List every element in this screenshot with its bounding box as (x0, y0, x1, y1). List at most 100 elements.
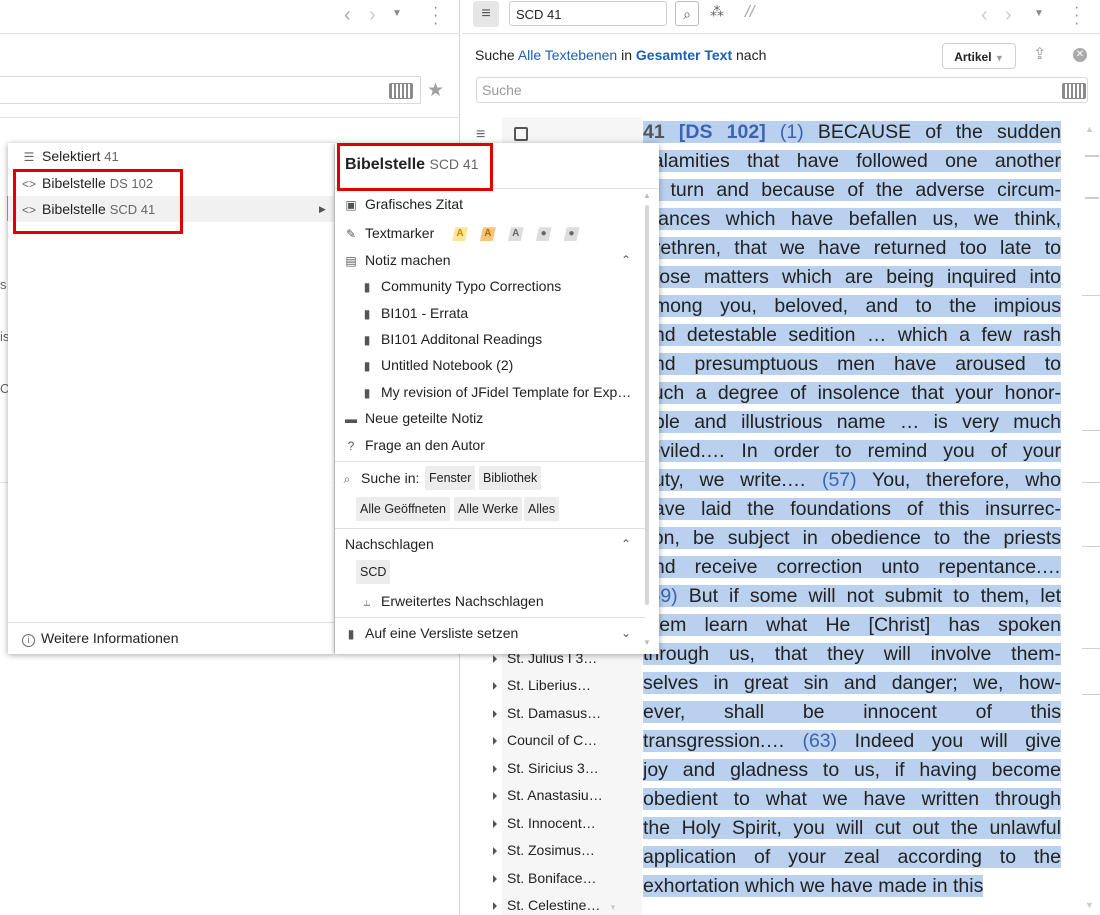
back-icon[interactable]: ‹ (981, 4, 988, 27)
toc-item[interactable]: Council of C… (493, 732, 597, 748)
lookup-scd-chip[interactable]: SCD (356, 560, 391, 584)
reading-line: brethren, that we have returned too late… (643, 237, 1061, 259)
reading-line: exhortation which we have made in this (643, 875, 984, 897)
notebook-item[interactable]: ▮ Community Typo Corrections (359, 278, 562, 294)
reading-line: and detestable sedition … which a few ra… (643, 324, 1061, 346)
menu-scrollbar[interactable] (645, 205, 649, 605)
menu-scroll-down-icon[interactable]: ▼ (643, 638, 651, 647)
reading-line: them learn what He [Christ] has spoken (643, 614, 1061, 636)
divider (335, 461, 645, 462)
search-library-chip[interactable]: Bibliothek (479, 466, 542, 490)
expand-icon[interactable]: ⌄ (621, 626, 631, 640)
article-dropdown-button[interactable]: Artikel ▼ (942, 43, 1016, 69)
reading-pane[interactable]: 41 [DS 102] (1) BECAUSE of the sudden cal… (643, 118, 1061, 915)
search-everything-chip[interactable]: Alles (524, 497, 560, 521)
notebook-item[interactable]: ▮ BI101 Additonal Readings (359, 331, 542, 347)
highlight-orange-swatch[interactable]: A (479, 227, 496, 242)
scroll-tick (1082, 482, 1100, 483)
graphic-quote-item[interactable]: ▣ Grafisches Zitat (343, 196, 463, 212)
keyboard-icon[interactable] (389, 83, 413, 99)
reading-line: duty, we write.… (57) You, therefore, wh… (643, 469, 1061, 491)
more-info-item[interactable]: i Weitere Informationen (22, 630, 178, 647)
more-menu-icon[interactable]: · · · (1074, 0, 1079, 32)
reference-input[interactable]: SCD 41 (509, 1, 667, 26)
notebook-item[interactable]: ▮ Untitled Notebook (2) (359, 357, 514, 373)
history-dropdown-icon[interactable]: ▼ (392, 8, 402, 19)
reading-line: the Holy Spirit, you will cut out the un… (643, 817, 1061, 839)
reading-line: calamities that have followed one anothe… (643, 150, 1061, 172)
collapse-icon[interactable]: ⌃ (621, 253, 631, 267)
scroll-tick (1082, 295, 1100, 296)
reading-line: and receive correction unto repentance.… (643, 556, 1061, 578)
search-icon[interactable]: ⌕ (675, 1, 699, 26)
search-all-open-chip[interactable]: Alle Geöffneten (356, 497, 450, 521)
back-icon[interactable]: ‹ (344, 4, 351, 27)
toc-scroll-down-icon[interactable]: ▼ (609, 903, 617, 912)
forward-icon[interactable]: › (369, 4, 376, 27)
reading-line: able and illustrious name … is very much (643, 411, 1061, 433)
image-quote-icon: ▣ (345, 198, 357, 212)
search-scope-line: Suche Alle Textebenen in Gesamter Text n… (475, 47, 766, 63)
menu-scroll-up-icon[interactable]: ▲ (643, 191, 651, 200)
reading-line: ever, shall be innocent of this (643, 701, 1061, 723)
scroll-down-icon[interactable]: ▼ (1085, 900, 1094, 910)
comment-icon: ▬ (345, 412, 357, 426)
text-layers-link[interactable]: Alle Textebenen (518, 47, 617, 63)
notebook-item[interactable]: ▮ BI101 - Errata (359, 305, 468, 321)
reading-line: through us, that they will involve them- (643, 643, 1061, 665)
paragraph-number[interactable]: (63) (802, 730, 837, 752)
highlight-person-icon[interactable]: ● (535, 227, 552, 242)
keyboard-icon[interactable] (1062, 83, 1086, 99)
right-scrollbar[interactable] (1082, 118, 1100, 915)
paragraph-number[interactable]: (57) (822, 469, 857, 491)
share-icon[interactable]: ⇪ (1033, 44, 1046, 64)
history-dropdown-icon[interactable]: ▼ (1034, 8, 1044, 19)
reading-line: 41 [DS 102] (1) BECAUSE of the sudden (643, 121, 1061, 143)
bookmark-icon: ▮ (347, 627, 355, 641)
toc-item[interactable]: St. Innocent… (493, 815, 596, 831)
star-icon[interactable]: ★ (427, 79, 444, 102)
left-search-input[interactable] (0, 76, 421, 104)
reading-line: reviled.… In order to remind you of your (643, 440, 1061, 462)
search-input[interactable]: Suche (476, 77, 1088, 103)
search-mid: in (621, 47, 632, 63)
ask-author-item[interactable]: ? Frage an den Autor (343, 437, 485, 453)
more-menu-icon[interactable]: · · · (433, 0, 438, 32)
search-scope-link[interactable]: Gesamter Text (636, 47, 732, 63)
close-icon[interactable]: ✕ (1073, 48, 1087, 62)
advanced-lookup-item[interactable]: ⥿ Erweitertes Nachschlagen (359, 593, 544, 610)
collapse-icon[interactable]: ⌃ (621, 537, 631, 551)
highlight-yellow-swatch[interactable]: A (452, 227, 469, 242)
toc-item[interactable]: St. Celestine… (493, 897, 600, 913)
selected-item[interactable]: ☰ Selektiert 41 (22, 148, 119, 164)
sidebar-toggle-button[interactable]: ≡ (473, 1, 499, 27)
forward-icon[interactable]: › (1005, 4, 1012, 27)
parallel-resources-icon[interactable]: ⁂ (710, 3, 724, 20)
link-set-icon[interactable]: // (745, 2, 754, 22)
toc-book-icon[interactable] (514, 127, 528, 141)
notebook-item[interactable]: ▮ My revision of JFidel Template for Exp… (359, 384, 632, 400)
toc-item[interactable]: St. Damasus… (493, 705, 601, 721)
notebook-icon: ▮ (363, 386, 371, 400)
scroll-up-icon[interactable]: ▲ (1085, 124, 1094, 134)
reading-lead-ref[interactable]: [DS 102] (679, 121, 780, 143)
reading-line: application of your zeal according to th… (643, 846, 1061, 868)
make-note-item[interactable]: ▤ Notiz machen (343, 252, 450, 268)
search-suffix: nach (736, 47, 767, 63)
highlight-person-icon[interactable]: ● (563, 227, 580, 242)
toc-item[interactable]: St. Siricius 3… (493, 760, 599, 776)
toc-list-icon[interactable]: ≡ (476, 126, 485, 144)
highlighter-item[interactable]: ✎ Textmarker A A A ● ● (343, 225, 588, 242)
search-all-works-chip[interactable]: Alle Werke (454, 497, 523, 521)
verse-list-item[interactable]: ▮ Auf eine Versliste setzen (343, 625, 519, 641)
highlight-gray-swatch[interactable]: A (507, 227, 524, 242)
scroll-tick (1082, 546, 1100, 547)
shared-note-item[interactable]: ▬ Neue geteilte Notiz (343, 410, 483, 426)
search-window-chip[interactable]: Fenster (425, 466, 476, 490)
toc-item[interactable]: St. Liberius… (493, 677, 591, 693)
scroll-thumb[interactable] (1085, 155, 1099, 199)
paragraph-number[interactable]: (1) (780, 121, 804, 143)
toc-item[interactable]: St. Anastasiu… (493, 787, 603, 803)
toc-item[interactable]: St. Zosimus… (493, 842, 595, 858)
toc-item[interactable]: St. Boniface… (493, 870, 597, 886)
